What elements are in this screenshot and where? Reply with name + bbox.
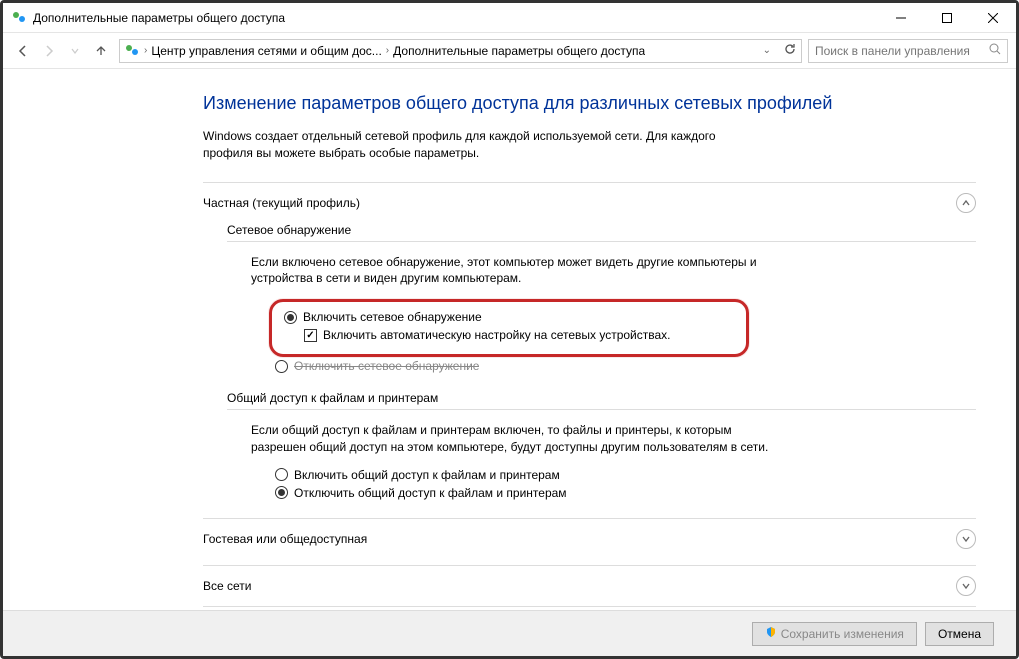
page-title: Изменение параметров общего доступа для … [203, 93, 976, 114]
divider [227, 409, 976, 410]
section-file-sharing: Общий доступ к файлам и принтерам Если о… [227, 391, 976, 500]
page-description: Windows создает отдельный сетевой профил… [203, 128, 763, 162]
button-label: Отмена [938, 627, 981, 641]
radio-label: Включить сетевое обнаружение [303, 310, 482, 324]
highlight-annotation: Включить сетевое обнаружение Включить ав… [269, 299, 749, 357]
divider [227, 241, 976, 242]
titlebar: Дополнительные параметры общего доступа [3, 3, 1016, 33]
navbar: › Центр управления сетями и общим дос...… [3, 33, 1016, 69]
chevron-right-icon: › [142, 45, 149, 56]
window-title: Дополнительные параметры общего доступа [33, 11, 878, 25]
checkbox-label: Включить автоматическую настройку на сет… [323, 328, 671, 342]
section-description: Если общий доступ к файлам и принтерам в… [251, 422, 771, 456]
search-input[interactable] [808, 39, 1008, 63]
shield-icon [765, 626, 777, 641]
profile-header-private[interactable]: Частная (текущий профиль) [203, 183, 976, 223]
chevron-down-icon[interactable]: ⌄ [761, 45, 773, 56]
breadcrumb-item[interactable]: Дополнительные параметры общего доступа [393, 44, 645, 58]
radio-discovery-off[interactable] [275, 360, 288, 373]
cancel-button[interactable]: Отмена [925, 622, 994, 646]
up-button[interactable] [89, 39, 113, 63]
radio-label: Отключить общий доступ к файлам и принте… [294, 486, 567, 500]
radio-label: Включить общий доступ к файлам и принтер… [294, 468, 560, 482]
forward-button[interactable] [37, 39, 61, 63]
section-network-discovery: Сетевое обнаружение Если включено сетево… [227, 223, 976, 374]
recent-dropdown[interactable] [63, 39, 87, 63]
profile-header-guest[interactable]: Гостевая или общедоступная [203, 519, 976, 559]
search-icon [989, 43, 1001, 58]
content-area: Изменение параметров общего доступа для … [3, 69, 1016, 610]
profile-guest: Гостевая или общедоступная [203, 518, 976, 559]
section-title: Сетевое обнаружение [227, 223, 976, 237]
profile-all: Все сети [203, 565, 976, 607]
profile-label: Гостевая или общедоступная [203, 532, 956, 546]
checkbox-auto-setup[interactable] [304, 329, 317, 342]
back-button[interactable] [11, 39, 35, 63]
chevron-up-icon [956, 193, 976, 213]
app-icon [11, 10, 27, 26]
chevron-down-icon [956, 529, 976, 549]
button-label: Сохранить изменения [781, 627, 904, 641]
breadcrumb-icon [124, 43, 140, 59]
close-button[interactable] [970, 3, 1016, 33]
save-button[interactable]: Сохранить изменения [752, 622, 917, 646]
breadcrumb[interactable]: › Центр управления сетями и общим дос...… [119, 39, 802, 63]
minimize-button[interactable] [878, 3, 924, 33]
profile-label: Частная (текущий профиль) [203, 196, 956, 210]
chevron-down-icon [956, 576, 976, 596]
profile-header-all[interactable]: Все сети [203, 566, 976, 606]
search-field[interactable] [815, 44, 989, 58]
radio-label: Отключить сетевое обнаружение [294, 359, 479, 373]
chevron-right-icon: › [384, 45, 391, 56]
section-title: Общий доступ к файлам и принтерам [227, 391, 976, 405]
breadcrumb-item[interactable]: Центр управления сетями и общим дос... [151, 44, 381, 58]
profile-private: Частная (текущий профиль) Сетевое обнару… [203, 182, 976, 500]
section-description: Если включено сетевое обнаружение, этот … [251, 254, 771, 288]
radio-sharing-on[interactable] [275, 468, 288, 481]
radio-sharing-off[interactable] [275, 486, 288, 499]
profile-label: Все сети [203, 579, 956, 593]
radio-discovery-on[interactable] [284, 311, 297, 324]
refresh-button[interactable] [783, 42, 797, 59]
footer-bar: Сохранить изменения Отмена [3, 610, 1016, 656]
maximize-button[interactable] [924, 3, 970, 33]
